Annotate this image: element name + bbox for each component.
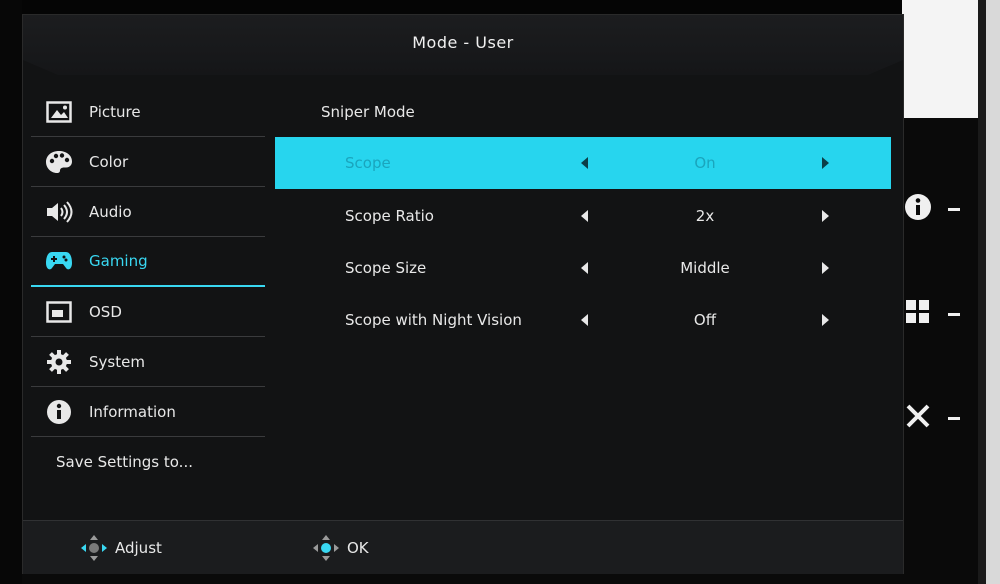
arrow-left-icon[interactable] <box>581 314 588 326</box>
hotkey-dash <box>948 207 960 211</box>
gear-icon <box>45 348 73 376</box>
arrow-left-icon[interactable] <box>581 157 588 169</box>
sidebar-item-label: Picture <box>89 102 141 121</box>
hotkey-close[interactable] <box>904 402 960 434</box>
sidebar-item-color[interactable]: Color <box>31 137 265 187</box>
gamepad-icon <box>45 247 73 275</box>
footer-ok-label: OK <box>347 539 369 557</box>
option-value: Off <box>693 311 717 329</box>
sidebar-item-label: OSD <box>89 302 122 321</box>
sidebar-item-save-settings[interactable]: Save Settings to... <box>31 437 265 487</box>
option-row-scope-ratio[interactable]: Scope Ratio 2x <box>275 190 891 242</box>
option-label: Scope Size <box>345 259 427 277</box>
background-wall <box>902 0 978 118</box>
sidebar-item-picture[interactable]: Picture <box>31 87 265 137</box>
joystick-adjust-icon <box>81 535 107 561</box>
monitor-bezel-left <box>0 0 22 584</box>
osd-footer: Adjust OK <box>23 520 903 574</box>
option-value: Middle <box>680 259 730 277</box>
info-icon <box>904 193 932 225</box>
sidebar-item-osd[interactable]: OSD <box>31 287 265 337</box>
arrow-right-icon[interactable] <box>822 157 829 169</box>
footer-adjust-hint: Adjust <box>81 535 162 561</box>
option-row-scope[interactable]: Scope On <box>275 137 891 189</box>
speaker-icon <box>45 198 73 226</box>
info-icon <box>45 398 73 426</box>
picture-icon <box>45 98 73 126</box>
osd-window-icon <box>45 298 73 326</box>
monitor-bezel-top <box>0 0 1000 14</box>
joystick-ok-icon <box>313 535 339 561</box>
sidebar-item-system[interactable]: System <box>31 337 265 387</box>
hotkey-dash <box>948 416 960 420</box>
arrow-right-icon[interactable] <box>822 210 829 222</box>
arrow-left-icon[interactable] <box>581 210 588 222</box>
option-row-scope-size[interactable]: Scope Size Middle <box>275 242 891 294</box>
sidebar-item-label: System <box>89 352 145 371</box>
osd-window: Mode - User Picture Color Audio Gaming O… <box>22 14 904 574</box>
hotkey-dash <box>948 312 960 316</box>
palette-icon <box>45 148 73 176</box>
option-label: Scope Ratio <box>345 207 434 225</box>
footer-ok-hint: OK <box>313 535 369 561</box>
sidebar-item-gaming[interactable]: Gaming <box>31 237 265 287</box>
option-value: On <box>694 154 716 172</box>
sidebar-item-label: Gaming <box>89 252 148 270</box>
sidebar-item-label: Audio <box>89 202 132 221</box>
option-row-scope-night-vision[interactable]: Scope with Night Vision Off <box>275 294 891 346</box>
hotkey-info[interactable] <box>904 193 960 225</box>
option-label: Scope with Night Vision <box>345 311 522 329</box>
sidebar-item-label: Color <box>89 152 129 171</box>
arrow-left-icon[interactable] <box>581 262 588 274</box>
arrow-right-icon[interactable] <box>822 262 829 274</box>
close-icon <box>904 402 932 434</box>
grid-icon <box>904 298 932 330</box>
footer-adjust-label: Adjust <box>115 539 162 557</box>
option-value: 2x <box>695 207 715 225</box>
section-title: Sniper Mode <box>321 103 415 121</box>
option-label: Scope <box>345 154 391 172</box>
sidebar-item-information[interactable]: Information <box>31 387 265 437</box>
sidebar: Picture Color Audio Gaming OSD System In… <box>31 87 265 487</box>
sidebar-item-label: Information <box>89 402 176 421</box>
arrow-right-icon[interactable] <box>822 314 829 326</box>
hotkey-grid[interactable] <box>904 298 960 330</box>
osd-title: Mode - User <box>412 33 514 52</box>
sidebar-item-label: Save Settings to... <box>56 453 193 471</box>
sidebar-item-audio[interactable]: Audio <box>31 187 265 237</box>
monitor-edge-dark <box>978 0 986 584</box>
